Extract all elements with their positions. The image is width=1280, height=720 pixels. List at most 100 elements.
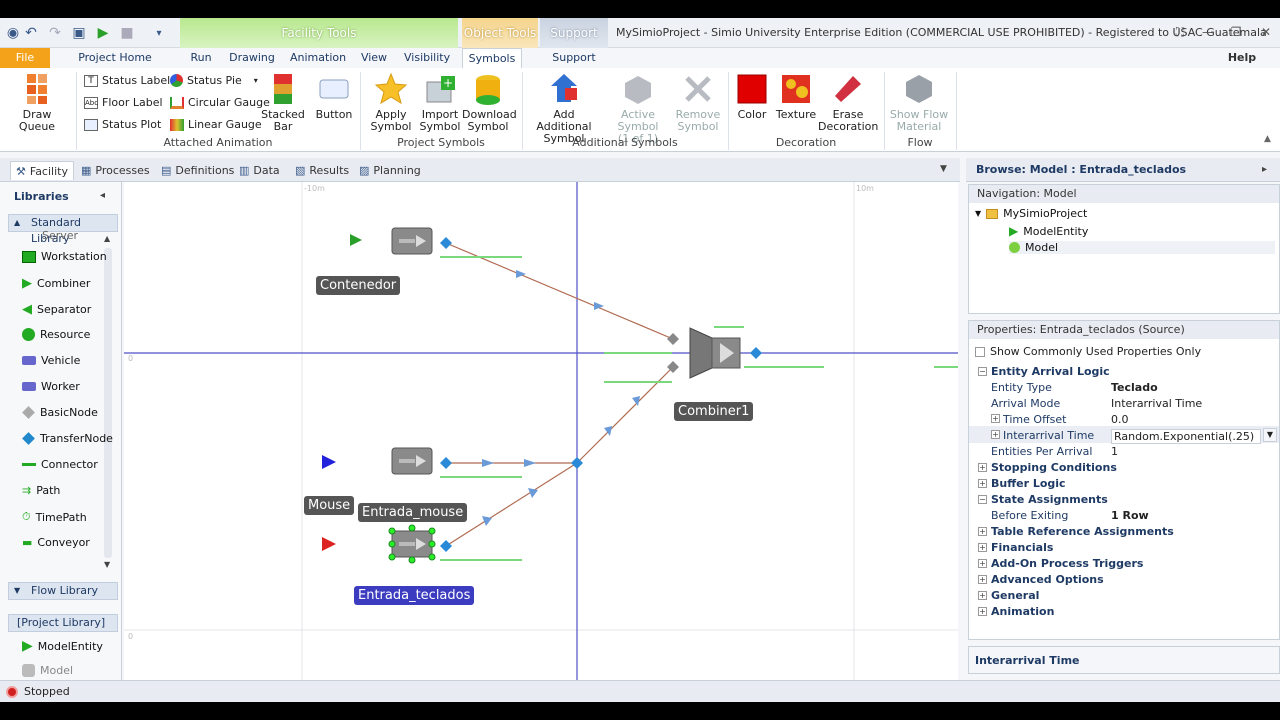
collapse-ribbon-icon[interactable]: ▲ bbox=[1264, 134, 1271, 144]
facility-canvas[interactable]: -10m 0 10m 0 Contenedor Combiner1 Mouse … bbox=[124, 182, 958, 690]
tab-symbols[interactable]: Symbols bbox=[462, 48, 522, 68]
category-general[interactable]: General bbox=[991, 589, 1039, 602]
undo-icon[interactable]: ↶ bbox=[22, 24, 40, 42]
category-table-reference[interactable]: Table Reference Assignments bbox=[991, 525, 1174, 538]
expand-icon[interactable]: + bbox=[978, 559, 987, 568]
tab-results[interactable]: ▧ Results bbox=[290, 161, 354, 180]
tab-definitions[interactable]: ▤ Definitions bbox=[156, 161, 239, 180]
library-item-model[interactable]: Model bbox=[22, 664, 73, 677]
expand-icon[interactable]: + bbox=[991, 430, 1000, 439]
prop-value-time-offset[interactable]: 0.0 bbox=[1111, 413, 1129, 426]
show-common-checkbox[interactable]: Show Commonly Used Properties Only bbox=[975, 345, 1201, 358]
collapse-icon[interactable]: − bbox=[978, 367, 987, 376]
add-additional-symbol-button[interactable]: Add Additional Symbol bbox=[526, 72, 602, 145]
library-scrollbar[interactable] bbox=[104, 248, 112, 558]
prop-value-arrival-mode[interactable]: Interarrival Time bbox=[1111, 397, 1202, 410]
redo-icon[interactable]: ↷ bbox=[46, 24, 64, 42]
expand-icon[interactable]: + bbox=[978, 607, 987, 616]
library-item-separator[interactable]: ◀ Separator bbox=[22, 302, 91, 317]
apply-symbol-button[interactable]: Apply Symbol bbox=[364, 72, 418, 133]
expand-icon[interactable]: + bbox=[978, 527, 987, 536]
tab-data[interactable]: ▥ Data bbox=[234, 161, 285, 180]
run-icon[interactable]: ▶ bbox=[94, 24, 112, 42]
tab-view[interactable]: View bbox=[360, 48, 388, 68]
tab-animation[interactable]: Animation bbox=[290, 48, 346, 68]
erase-decoration-button[interactable]: Erase Decoration bbox=[818, 72, 878, 133]
library-item-connector[interactable]: Connector bbox=[22, 458, 98, 471]
category-stopping-conditions[interactable]: Stopping Conditions bbox=[991, 461, 1117, 474]
tab-planning[interactable]: ▨ Planning bbox=[354, 161, 426, 180]
remove-symbol-button[interactable]: Remove Symbol bbox=[674, 72, 722, 133]
button-button[interactable]: Button bbox=[312, 72, 356, 121]
library-item-modelentity[interactable]: ▶ ModelEntity bbox=[22, 638, 103, 654]
prop-value-before-exiting[interactable]: 1 Row bbox=[1111, 509, 1149, 522]
expand-icon[interactable]: + bbox=[991, 414, 1000, 423]
prop-value-entity-type[interactable]: Teclado bbox=[1111, 381, 1158, 394]
show-flow-material-button[interactable]: Show Flow Material bbox=[888, 72, 950, 133]
draw-queue-button[interactable]: Draw Queue bbox=[6, 72, 68, 133]
floor-label-button[interactable]: Abc Floor Label bbox=[84, 96, 163, 109]
library-item-server[interactable]: Server bbox=[22, 230, 78, 240]
category-financials[interactable]: Financials bbox=[991, 541, 1053, 554]
object-label-entrada-mouse[interactable]: Entrada_mouse bbox=[358, 503, 468, 522]
prop-value-interarrival-time[interactable]: Random.Exponential(.25) bbox=[1111, 429, 1261, 444]
category-state-assignments[interactable]: State Assignments bbox=[991, 493, 1108, 506]
collapse-panel-icon[interactable]: ◂ bbox=[100, 190, 105, 201]
stacked-bar-button[interactable]: Stacked Bar bbox=[258, 72, 308, 133]
object-label-mouse[interactable]: Mouse bbox=[304, 496, 355, 515]
minimize-icon[interactable]: — bbox=[1200, 25, 1216, 41]
library-item-workstation[interactable]: Workstation bbox=[22, 250, 107, 263]
collapse-icon[interactable]: − bbox=[978, 495, 987, 504]
tab-file[interactable]: File bbox=[0, 48, 50, 68]
tree-item-project[interactable]: ▼ MySimioProject bbox=[975, 207, 1087, 220]
close-icon[interactable]: ✕ bbox=[1258, 25, 1274, 41]
library-item-combiner[interactable]: ▶ Combiner bbox=[22, 276, 90, 291]
status-label-button[interactable]: T Status Label bbox=[84, 74, 170, 87]
object-label-contenedor[interactable]: Contenedor bbox=[316, 276, 401, 295]
chevron-down-icon[interactable]: ▼ bbox=[940, 164, 947, 174]
tab-visibility[interactable]: Visibility bbox=[404, 48, 450, 68]
fullscreen-icon[interactable]: ⛶ bbox=[1172, 25, 1188, 41]
dropdown-chevron-icon[interactable]: ▼ bbox=[1263, 428, 1277, 442]
library-item-basicnode[interactable]: BasicNode bbox=[22, 406, 98, 419]
tab-support[interactable]: Support bbox=[550, 48, 598, 68]
tab-run[interactable]: Run bbox=[184, 48, 218, 68]
download-symbol-button[interactable]: Download Symbol bbox=[462, 72, 517, 133]
circular-gauge-button[interactable]: Circular Gauge bbox=[170, 96, 270, 109]
linear-gauge-button[interactable]: Linear Gauge bbox=[170, 118, 262, 131]
tab-drawing[interactable]: Drawing bbox=[228, 48, 276, 68]
stop-icon[interactable]: ■ bbox=[118, 24, 136, 42]
library-item-path[interactable]: ⇉ Path bbox=[22, 484, 60, 497]
tree-item-model[interactable]: Model bbox=[1009, 241, 1275, 254]
scroll-up-icon[interactable]: ▲ bbox=[104, 234, 110, 243]
expand-icon[interactable]: + bbox=[978, 479, 987, 488]
library-item-timepath[interactable]: ⏱ TimePath bbox=[22, 510, 87, 524]
customize-qa-icon[interactable]: ▾ bbox=[150, 24, 168, 42]
prop-value-entities-per-arrival[interactable]: 1 bbox=[1111, 445, 1118, 458]
expand-icon[interactable]: + bbox=[978, 543, 987, 552]
library-item-worker[interactable]: Worker bbox=[22, 380, 80, 393]
flow-library-section[interactable]: ▼ Flow Library bbox=[8, 582, 118, 600]
status-pie-button[interactable]: Status Pie ▾ bbox=[170, 74, 258, 87]
texture-button[interactable]: Texture bbox=[774, 72, 818, 121]
library-item-vehicle[interactable]: Vehicle bbox=[22, 354, 80, 367]
expand-icon[interactable]: + bbox=[978, 463, 987, 472]
color-button[interactable]: Color bbox=[732, 72, 772, 121]
category-buffer-logic[interactable]: Buffer Logic bbox=[991, 477, 1066, 490]
expand-icon[interactable]: + bbox=[978, 591, 987, 600]
library-item-conveyor[interactable]: ▬ Conveyor bbox=[22, 536, 90, 549]
object-label-combiner1[interactable]: Combiner1 bbox=[674, 402, 754, 421]
tab-processes[interactable]: ▦ Processes bbox=[76, 161, 155, 180]
library-item-transfernode[interactable]: TransferNode bbox=[22, 432, 113, 445]
save-icon[interactable]: ▣ bbox=[70, 24, 88, 42]
import-symbol-button[interactable]: + Import Symbol bbox=[418, 72, 462, 133]
tab-facility[interactable]: ⚒ Facility bbox=[10, 161, 74, 180]
scroll-down-icon[interactable]: ▼ bbox=[104, 560, 110, 569]
category-advanced-options[interactable]: Advanced Options bbox=[991, 573, 1104, 586]
expand-icon[interactable]: + bbox=[978, 575, 987, 584]
category-animation[interactable]: Animation bbox=[991, 605, 1054, 618]
active-symbol-button[interactable]: Active Symbol (1 of 1) bbox=[602, 72, 674, 145]
tab-project-home[interactable]: Project Home bbox=[78, 48, 152, 68]
object-label-entrada-teclados[interactable]: Entrada_teclados bbox=[354, 586, 475, 605]
restore-icon[interactable]: ❐ bbox=[1228, 25, 1244, 41]
